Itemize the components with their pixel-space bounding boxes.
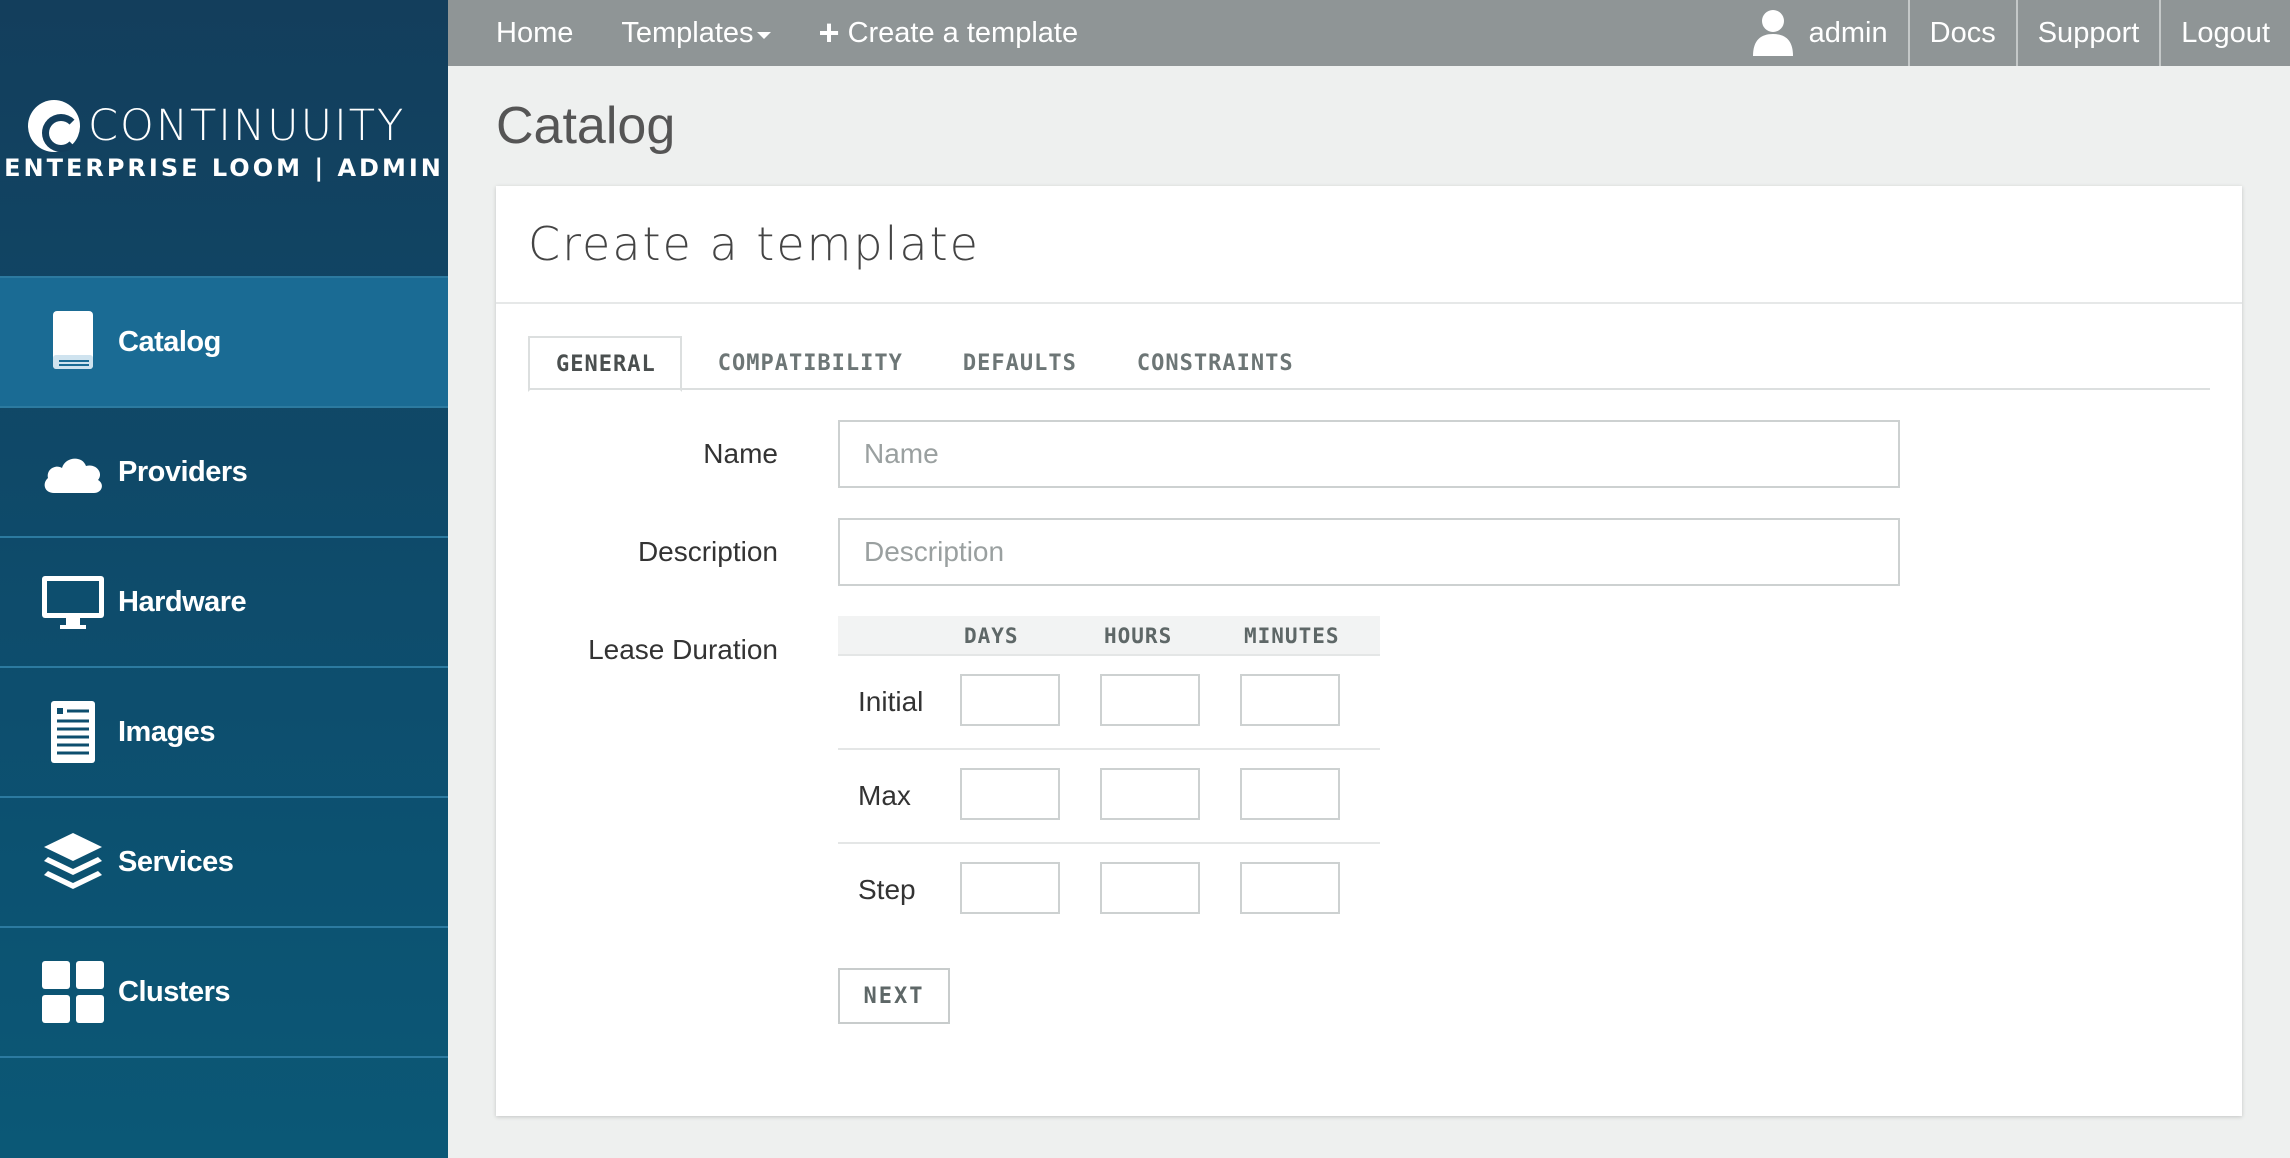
sidebar-item-providers[interactable]: Providers [0, 408, 448, 538]
name-input[interactable] [838, 420, 1900, 488]
grid-icon [40, 959, 106, 1025]
lease-col-days: DAYS [964, 624, 1019, 648]
max-hours-input[interactable] [1100, 768, 1200, 820]
sidebar-item-catalog[interactable]: Catalog [0, 278, 448, 408]
description-row: Description [496, 518, 2242, 586]
lease-duration-table: DAYS HOURS MINUTES Initial Max Step [838, 616, 1380, 938]
logout-label: Logout [2181, 16, 2270, 49]
top-nav: Home Templates + Create a template admin… [448, 0, 2290, 66]
document-icon [40, 699, 106, 765]
top-nav-right: admin Docs Support Logout [1731, 0, 2290, 66]
sidebar-item-label: Hardware [118, 585, 247, 618]
lease-row-max: Max [838, 750, 1380, 844]
lease-duration-label: Lease Duration [588, 634, 778, 665]
nav-templates-label: Templates [621, 16, 754, 49]
name-row: Name [496, 420, 2242, 488]
sidebar-item-services[interactable]: Services [0, 798, 448, 928]
lease-row-label: Step [858, 874, 916, 905]
brand: CONTINUUITY ENTERPRISE LOOM | ADMIN [0, 0, 448, 278]
card-header: Create a template [496, 186, 2242, 304]
book-icon [40, 309, 106, 375]
tab-defaults[interactable]: DEFAULTS [937, 336, 1101, 390]
monitor-icon [40, 569, 106, 635]
support-link[interactable]: Support [2015, 0, 2160, 66]
initial-minutes-input[interactable] [1240, 674, 1340, 726]
initial-days-input[interactable] [960, 674, 1060, 726]
sidebar-item-label: Images [118, 715, 215, 748]
tab-compatibility[interactable]: COMPATIBILITY [692, 336, 927, 390]
card-title: Create a template [528, 217, 980, 271]
docs-label: Docs [1929, 16, 1996, 49]
create-template-card: Create a template GENERAL COMPATIBILITY … [496, 186, 2242, 1116]
user-name: admin [1808, 16, 1888, 49]
initial-hours-input[interactable] [1100, 674, 1200, 726]
nav-home-label: Home [496, 16, 574, 49]
sidebar-item-clusters[interactable]: Clusters [0, 928, 448, 1058]
user-menu[interactable]: admin [1731, 0, 1908, 66]
lease-row-step: Step [838, 844, 1380, 938]
sidebar-item-label: Providers [118, 455, 248, 488]
brand-logo[interactable]: CONTINUUITY [28, 100, 405, 152]
lease-row-initial: Initial [838, 656, 1380, 750]
step-hours-input[interactable] [1100, 862, 1200, 914]
caret-down-icon [756, 31, 771, 39]
nav-create-template-label: Create a template [847, 16, 1079, 49]
layers-icon [40, 829, 106, 895]
name-label: Name [703, 438, 778, 469]
max-minutes-input[interactable] [1240, 768, 1340, 820]
max-days-input[interactable] [960, 768, 1060, 820]
lease-row-label: Initial [858, 686, 924, 717]
next-button[interactable]: NEXT [838, 968, 950, 1024]
nav-templates-dropdown[interactable]: Templates [597, 0, 794, 66]
sidebar-item-hardware[interactable]: Hardware [0, 538, 448, 668]
lease-table-header: DAYS HOURS MINUTES [838, 616, 1380, 656]
sidebar-item-label: Clusters [118, 975, 231, 1008]
brand-name: CONTINUUITY [88, 101, 406, 151]
docs-link[interactable]: Docs [1907, 0, 2016, 66]
step-minutes-input[interactable] [1240, 862, 1340, 914]
page-title: Catalog [496, 97, 676, 155]
user-icon [1751, 8, 1795, 58]
description-label: Description [637, 536, 778, 567]
sidebar: CONTINUUITY ENTERPRISE LOOM | ADMIN Cata… [0, 0, 448, 1158]
tab-constraints[interactable]: CONSTRAINTS [1111, 336, 1318, 390]
sidebar-item-label: Services [118, 845, 234, 878]
nav-create-template-link[interactable]: + Create a template [795, 0, 1103, 66]
sidebar-item-label: Catalog [118, 325, 221, 358]
tab-bar: GENERAL COMPATIBILITY DEFAULTS CONSTRAIN… [528, 336, 2210, 392]
continuuity-logo-icon [28, 100, 80, 152]
logout-link[interactable]: Logout [2159, 0, 2290, 66]
sidebar-item-images[interactable]: Images [0, 668, 448, 798]
support-label: Support [2037, 16, 2140, 49]
cloud-icon [40, 439, 106, 505]
tab-general[interactable]: GENERAL [528, 336, 682, 392]
brand-subtitle: ENTERPRISE LOOM | ADMIN [4, 154, 444, 182]
lease-row-label: Max [858, 780, 911, 811]
lease-col-minutes: MINUTES [1244, 624, 1340, 648]
nav-home-link[interactable]: Home [448, 0, 597, 66]
description-input[interactable] [838, 518, 1900, 586]
plus-icon: + [818, 12, 840, 53]
lease-col-hours: HOURS [1104, 624, 1173, 648]
step-days-input[interactable] [960, 862, 1060, 914]
